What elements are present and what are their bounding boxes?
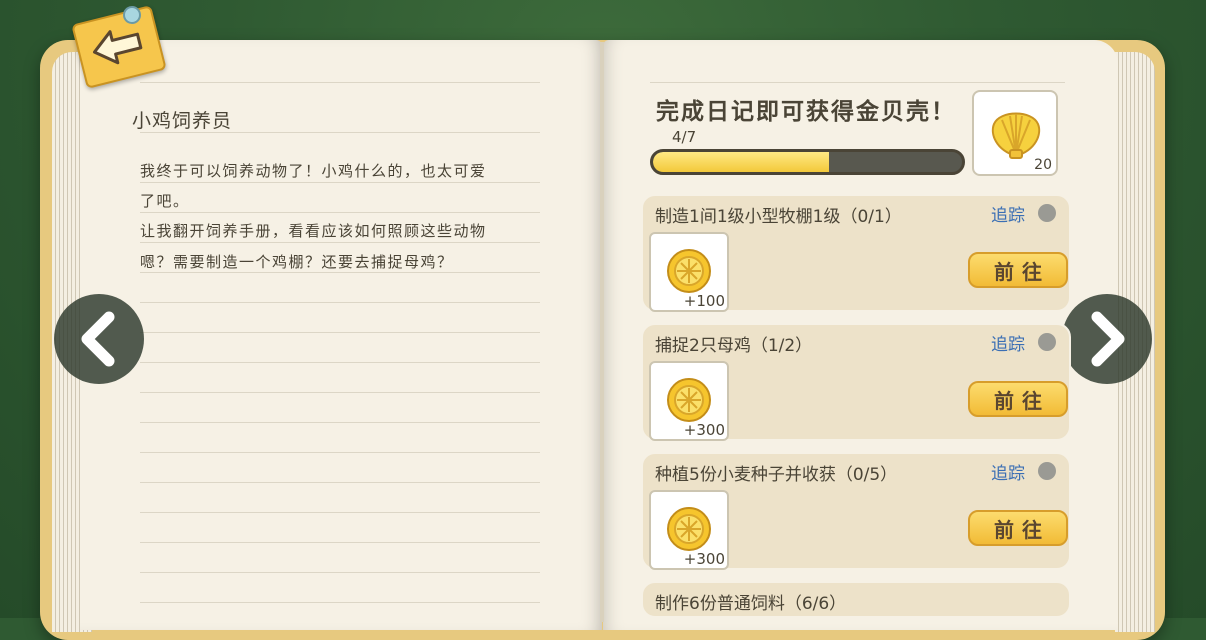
book-spine [600,42,604,622]
ruled-line [140,452,540,453]
gold-coin-icon [667,507,711,551]
ruled-line [140,212,540,213]
task-name: 制造1间1级小型牧棚1级（0/1） [655,207,902,227]
next-page-button[interactable] [1062,294,1152,384]
chevron-left-icon [81,311,115,367]
ruled-line [140,512,540,513]
task-reward-count: +300 [683,550,725,568]
go-button[interactable]: 前往 [968,381,1068,417]
chevron-right-icon [1091,311,1125,367]
ruled-line [140,82,540,83]
ruled-line [140,362,540,363]
ruled-line [140,242,540,243]
go-button[interactable]: 前往 [968,252,1068,288]
ruled-line [140,332,540,333]
ruled-line [140,572,540,573]
diary-line: 了吧。 [140,192,190,210]
diary-line: 嗯？需要制造一个鸡棚？还要去捕捉母鸡？ [140,253,454,271]
track-link[interactable]: 追踪 [991,330,1025,355]
track-toggle[interactable] [1038,462,1056,480]
track-link[interactable]: 追踪 [991,459,1025,484]
previous-page-button[interactable] [54,294,144,384]
task-card: 制造1间1级小型牧棚1级（0/1） 追踪 +100 前往 [641,194,1071,312]
diary-line: 让我翻开饲养手册，看看应该如何照顾这些动物 [140,222,487,240]
reward-item[interactable]: 20 [972,90,1058,176]
reward-count: 20 [1034,157,1052,173]
ruled-line [140,602,540,603]
gold-coin-icon [667,378,711,422]
ruled-line [140,542,540,543]
task-card: 制作6份普通饲料（6/6） [641,581,1071,618]
task-reward-item[interactable]: +300 [649,361,729,441]
task-name: 种植5份小麦种子并收获（0/5） [655,465,898,485]
task-reward-item[interactable]: +300 [649,490,729,570]
back-arrow-icon [93,30,143,65]
task-card: 捕捉2只母鸡（1/2） 追踪 +300 前往 [641,323,1071,441]
task-card: 种植5份小麦种子并收获（0/5） 追踪 +300 前往 [641,452,1071,570]
diary-title: 小鸡饲养员 [132,110,233,132]
ruled-line [650,82,1065,83]
ruled-line [140,272,540,273]
task-reward-count: +300 [683,421,725,439]
gold-shell-icon [991,112,1041,159]
go-button[interactable]: 前往 [968,510,1068,546]
ruled-line [140,422,540,423]
track-toggle[interactable] [1038,204,1056,222]
ruled-line [140,482,540,483]
progress-fill [653,152,830,172]
task-name: 捕捉2只母鸡（1/2） [655,336,813,356]
task-reward-item[interactable]: +100 [649,232,729,312]
pin-icon [123,6,141,24]
progress-text: 4/7 [672,128,697,146]
reward-heading: 完成日记即可获得金贝壳！ [656,99,956,125]
task-name: 制作6份普通饲料（6/6） [655,594,847,614]
task-reward-count: +100 [683,292,725,310]
ruled-line [140,392,540,393]
gold-coin-icon [667,249,711,293]
ruled-line [140,302,540,303]
ruled-line [140,182,540,183]
track-toggle[interactable] [1038,333,1056,351]
progress-bar [650,149,965,175]
diary-line: 我终于可以饲养动物了！小鸡什么的，也太可爱 [140,162,487,180]
track-link[interactable]: 追踪 [991,201,1025,226]
